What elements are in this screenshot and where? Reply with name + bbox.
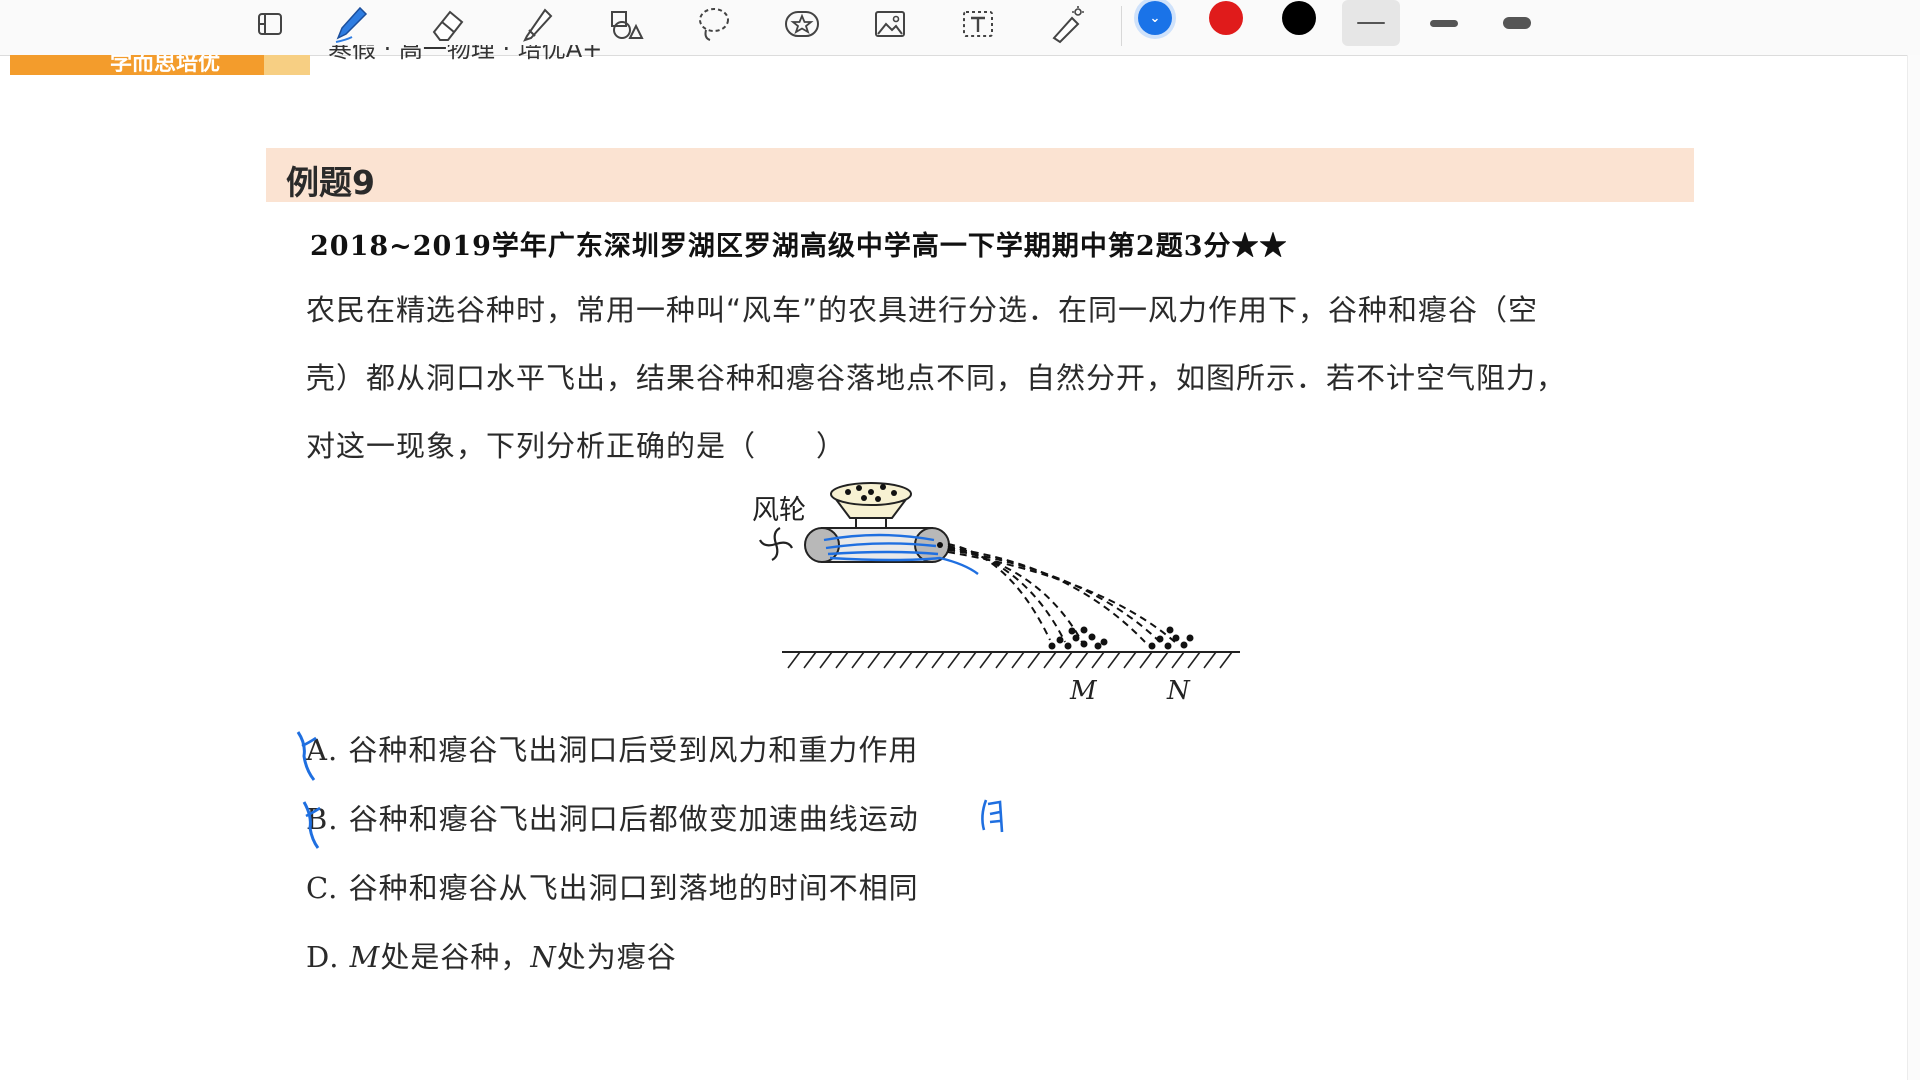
ink-mark-b (302, 801, 321, 849)
brand-logo-text: 学而思培优 (110, 55, 221, 75)
stroke-width-thin[interactable] (1342, 0, 1400, 46)
question-stem: 农民在精选谷种时，常用一种叫“风车”的农具进行分选．在同一风力作用下，谷种和瘪谷… (306, 276, 1691, 480)
highlighter-icon[interactable] (513, 4, 561, 44)
scrollbar[interactable] (1907, 55, 1920, 1080)
option-b[interactable]: B. 谷种和瘪谷飞出洞口后都做变加速曲线运动 (306, 796, 919, 838)
fan-icon (759, 527, 793, 561)
sticker-icon[interactable] (778, 4, 826, 44)
option-d[interactable]: D. M处是谷种，N处为瘪谷 (306, 934, 677, 976)
doc-header-text: 寒假 · 高一物理 · 培优A+ (328, 45, 603, 63)
example-title: 例题9 (286, 163, 375, 202)
option-letter: D. (306, 940, 340, 974)
chevron-down-icon: ⌄ (1149, 10, 1161, 26)
color-swatch-red[interactable] (1200, 0, 1252, 36)
question-line: 农民在精选谷种时，常用一种叫“风车”的农具进行分选．在同一风力作用下，谷种和瘪谷… (306, 293, 1539, 327)
doc-header: 寒假 · 高一物理 · 培优A+ (328, 45, 602, 69)
brand-strip-tail (264, 55, 310, 75)
pen-icon[interactable] (326, 4, 374, 44)
thin-line-icon (1357, 22, 1385, 24)
option-var-n: N (530, 940, 557, 974)
option-text: 谷种和瘪谷从飞出洞口到落地的时间不相同 (348, 871, 919, 905)
option-text: 谷种和瘪谷飞出洞口后都做变加速曲线运动 (348, 802, 919, 836)
medium-line-icon (1430, 19, 1458, 27)
text-box-icon[interactable] (954, 4, 1002, 44)
image-icon[interactable] (866, 4, 914, 44)
color-swatch-black[interactable] (1273, 0, 1325, 36)
winnowing-diagram (759, 482, 1240, 669)
option-c[interactable]: C. 谷种和瘪谷从飞出洞口到落地的时间不相同 (306, 865, 919, 907)
ink-mark-a (296, 731, 317, 781)
toolbar-divider (1121, 6, 1122, 46)
thick-line-icon (1503, 17, 1531, 29)
landing-point-m: M (1070, 676, 1097, 706)
option-text: 谷种和瘪谷飞出洞口后受到风力和重力作用 (348, 733, 919, 767)
black-dot (1282, 1, 1316, 35)
option-var-m: M (349, 940, 381, 974)
shapes-icon[interactable] (602, 4, 650, 44)
option-text: 处为瘪谷 (556, 940, 677, 974)
ink-note (981, 799, 1004, 833)
winnowing-figure: 风轮 M N (740, 470, 1260, 710)
color-swatch-blue[interactable]: ⌄ (1129, 0, 1181, 36)
red-dot (1209, 1, 1243, 35)
option-letter: C. (306, 871, 339, 905)
annotation-toolbar: ⌄ (0, 0, 1920, 56)
landing-point-n: N (1167, 676, 1190, 706)
eraser-icon[interactable] (424, 4, 472, 44)
option-a[interactable]: A. 谷种和瘪谷飞出洞口后受到风力和重力作用 (306, 727, 918, 769)
example-banner: 例题9 (266, 148, 1694, 202)
stroke-width-medium[interactable] (1415, 0, 1473, 46)
page-layout-icon[interactable] (246, 4, 294, 44)
option-text: 处是谷种， (380, 940, 531, 974)
question-line: 壳）都从洞口水平飞出，结果谷种和瘪谷落地点不同，自然分开，如图所示．若不计空气阻… (306, 361, 1567, 395)
selected-color-dot: ⌄ (1138, 1, 1172, 35)
laser-pointer-icon[interactable] (1042, 4, 1090, 44)
question-source: 2018~2019学年广东深圳罗湖区罗湖高级中学高一下学期期中第2题3分★★ (310, 231, 1288, 262)
stroke-width-thick[interactable] (1488, 0, 1546, 46)
lasso-icon[interactable] (690, 4, 738, 44)
